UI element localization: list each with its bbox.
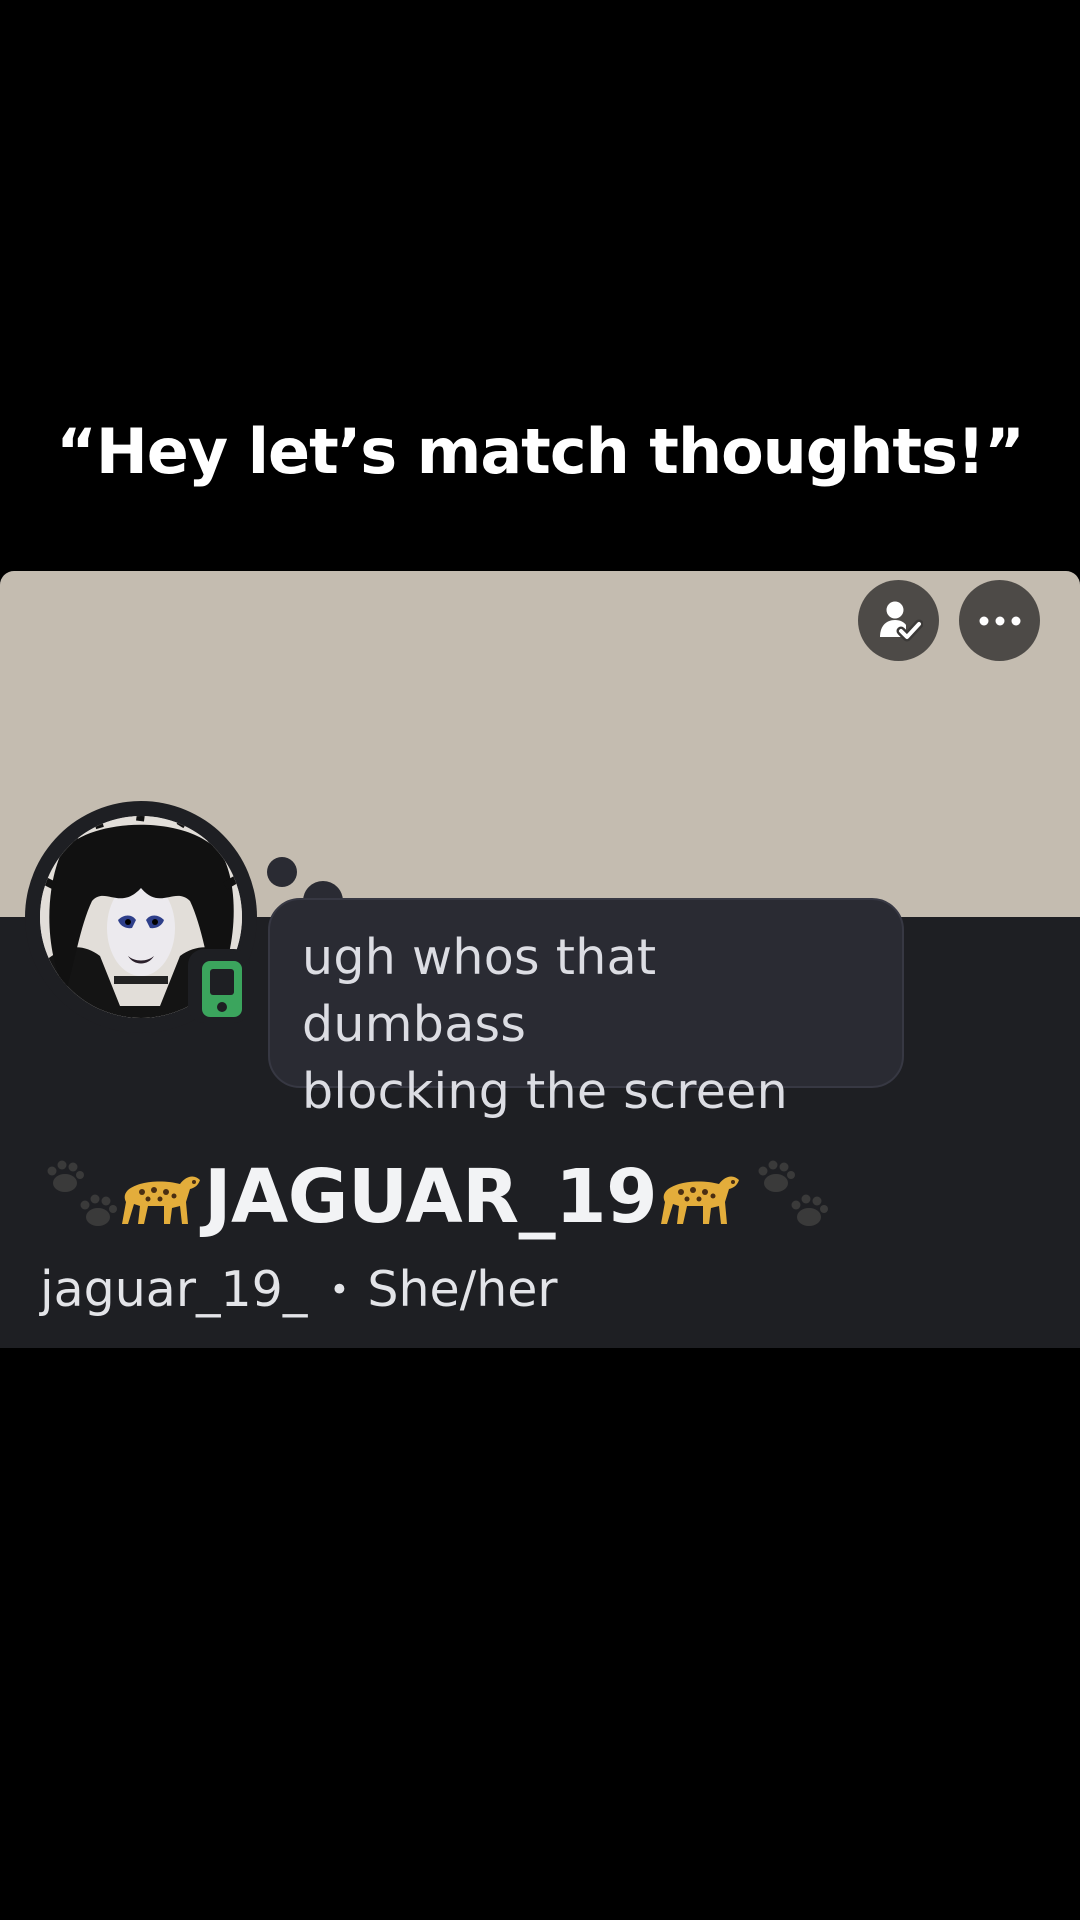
phone-button-icon-part [217, 1002, 227, 1012]
status-thought-bubble[interactable]: ugh whos that dumbass blocking the scree… [268, 898, 904, 1120]
display-name-row: JAGUAR_19 [40, 1154, 831, 1240]
status-text-line-2: blocking the screen [302, 1063, 788, 1120]
status-text-line-1: ugh whos that dumbass [302, 929, 657, 1053]
mobile-phone-icon [202, 961, 242, 1017]
paw-prints-icon [47, 1160, 117, 1226]
pronouns: She/her [367, 1261, 558, 1318]
friend-status-button[interactable] [858, 580, 939, 661]
username: jaguar_19_ [40, 1261, 308, 1318]
friend-added-icon [879, 601, 923, 641]
leopard-icon [661, 1176, 740, 1224]
separator-dot: • [329, 1269, 350, 1310]
leopard-icon [122, 1176, 200, 1224]
paw-prints-icon [758, 1160, 829, 1226]
video-caption: “Hey let’s match thoughts!” [56, 415, 1025, 488]
username-row: jaguar_19_ • She/her [40, 1261, 558, 1318]
more-options-button[interactable] [959, 580, 1040, 661]
profile-card: ugh whos that dumbass blocking the scree… [0, 571, 1080, 1348]
thought-dot-small [267, 857, 297, 887]
more-options-icon [979, 616, 1020, 625]
display-name: JAGUAR_19 [204, 1154, 658, 1240]
phone-screen-icon-part [210, 969, 234, 995]
